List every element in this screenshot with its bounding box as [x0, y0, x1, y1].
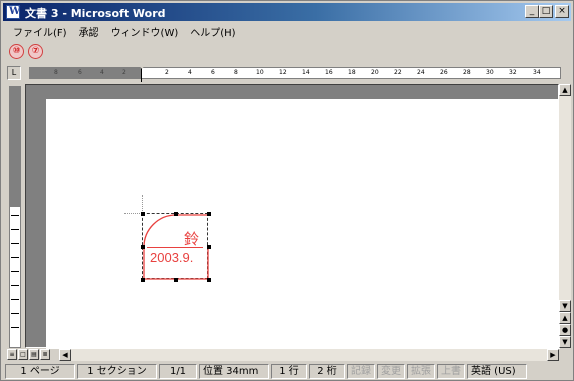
ruler-tick: 6: [211, 69, 215, 76]
document-area: 鈴 2003.9.: [25, 84, 560, 349]
status-position: 位置 34mm: [199, 364, 269, 379]
status-page: 1 ページ: [5, 364, 75, 379]
horizontal-scrollbar[interactable]: ◀ ▶: [59, 349, 559, 361]
status-track-changes[interactable]: 変更: [377, 364, 405, 379]
stamp-divider: [147, 247, 203, 248]
vertical-ruler-margin: [10, 87, 20, 207]
ruler-tick: 16: [325, 69, 333, 76]
print-view-icon[interactable]: ▤: [29, 349, 39, 360]
crop-mark: [124, 213, 142, 214]
scroll-down-icon[interactable]: ▼: [559, 300, 571, 312]
ruler-tick: 30: [486, 69, 494, 76]
resize-handle[interactable]: [141, 278, 145, 282]
resize-handle[interactable]: [207, 212, 211, 216]
vertical-ruler-tick: [11, 313, 19, 314]
maximize-button[interactable]: □: [539, 5, 553, 18]
menu-bar: ファイル(F) 承認 ウィンドウ(W) ヘルプ(H): [3, 22, 571, 40]
ruler-tick: 6: [78, 69, 82, 76]
menu-window[interactable]: ウィンドウ(W): [105, 24, 185, 39]
menu-help[interactable]: ヘルプ(H): [184, 24, 241, 39]
resize-handle[interactable]: [207, 278, 211, 282]
resize-handle[interactable]: [174, 278, 178, 282]
ruler-tick: 8: [54, 69, 58, 76]
ruler-tick: 18: [348, 69, 356, 76]
browse-object-icon[interactable]: ●: [559, 324, 571, 336]
ruler-tick: 4: [188, 69, 192, 76]
resize-handle[interactable]: [141, 212, 145, 216]
vertical-scrollbar[interactable]: ▲ ▼ ▲ ● ▼: [559, 84, 571, 348]
status-line: 1 行: [271, 364, 307, 379]
status-column: 2 桁: [309, 364, 345, 379]
next-page-icon[interactable]: ▼: [559, 336, 571, 348]
stamp-name: 鈴: [183, 230, 199, 248]
vertical-ruler[interactable]: [9, 86, 21, 348]
date-stamp[interactable]: 鈴 2003.9.: [141, 212, 211, 282]
ruler-tick: 10: [256, 69, 264, 76]
vertical-ruler-tick: [11, 215, 19, 216]
ruler-bar[interactable]: 8 6 4 2 2 4 6 8 10 12 14 16 18 20 22 24 …: [29, 64, 561, 82]
status-section: 1 セクション: [77, 364, 157, 379]
crop-mark: [142, 195, 143, 213]
document-page[interactable]: 鈴 2003.9.: [46, 99, 560, 349]
web-view-icon[interactable]: □: [18, 349, 28, 360]
menu-approve[interactable]: 承認: [73, 24, 105, 39]
scroll-left-icon[interactable]: ◀: [59, 349, 71, 361]
vertical-ruler-tick: [11, 299, 19, 300]
ruler-tick: 8: [234, 69, 238, 76]
ruler-tick: 28: [463, 69, 471, 76]
vertical-ruler-tick: [11, 257, 19, 258]
status-overtype[interactable]: 上書: [437, 364, 465, 379]
status-bar: 1 ページ 1 セクション 1/1 位置 34mm 1 行 2 桁 記録 変更 …: [3, 363, 571, 380]
status-record[interactable]: 記録: [347, 364, 375, 379]
ruler-tick: 2: [165, 69, 169, 76]
ruler-tick: 2: [122, 69, 126, 76]
indent-marker[interactable]: [138, 64, 147, 82]
window-title: 文書 3 - Microsoft Word: [25, 7, 166, 20]
toolbar: ⑩ ⑦: [3, 41, 571, 61]
title-bar[interactable]: 文書 3 - Microsoft Word _ □ ×: [3, 3, 571, 21]
vertical-ruler-tick: [11, 271, 19, 272]
scroll-right-icon[interactable]: ▶: [547, 349, 559, 361]
ruler-tick: 12: [279, 69, 287, 76]
ruler-tick: 26: [440, 69, 448, 76]
word-window: 文書 3 - Microsoft Word _ □ × ファイル(F) 承認 ウ…: [0, 0, 574, 381]
status-pages: 1/1: [159, 364, 197, 379]
stamp-approve-icon[interactable]: ⑦: [28, 43, 43, 59]
stamp-date: 2003.9.: [150, 250, 194, 265]
vertical-ruler-tick: [11, 285, 19, 286]
status-extend[interactable]: 拡張: [407, 364, 435, 379]
vertical-ruler-tick: [11, 229, 19, 230]
ruler-tick: 34: [533, 69, 541, 76]
status-language[interactable]: 英語 (US): [467, 364, 527, 379]
minimize-button[interactable]: _: [525, 5, 539, 18]
view-bar: ≡ □ ▤ ≣ ◀ ▶: [3, 348, 571, 362]
ruler-tick: 4: [100, 69, 104, 76]
normal-view-icon[interactable]: ≡: [7, 349, 17, 360]
ruler-tick: 32: [509, 69, 517, 76]
vertical-ruler-tick: [11, 243, 19, 244]
horizontal-ruler: L 8 6 4 2 2 4 6 8 10 12 14 16 18 20 22 2…: [3, 64, 571, 82]
resize-handle[interactable]: [141, 245, 145, 249]
ruler-tick: 14: [302, 69, 310, 76]
menu-file[interactable]: ファイル(F): [7, 24, 73, 39]
resize-handle[interactable]: [174, 212, 178, 216]
resize-handle[interactable]: [207, 245, 211, 249]
window-controls: _ □ ×: [525, 5, 569, 18]
close-button[interactable]: ×: [555, 5, 569, 18]
previous-page-icon[interactable]: ▲: [559, 312, 571, 324]
ruler-tick: 20: [371, 69, 379, 76]
ruler-tick: 22: [394, 69, 402, 76]
word-app-icon[interactable]: [6, 5, 20, 19]
tab-selector[interactable]: L: [7, 66, 21, 80]
outline-view-icon[interactable]: ≣: [40, 349, 50, 360]
ruler-tick: 24: [417, 69, 425, 76]
stamp-number-icon[interactable]: ⑩: [9, 43, 24, 59]
vertical-ruler-tick: [11, 327, 19, 328]
scroll-up-icon[interactable]: ▲: [559, 84, 571, 96]
